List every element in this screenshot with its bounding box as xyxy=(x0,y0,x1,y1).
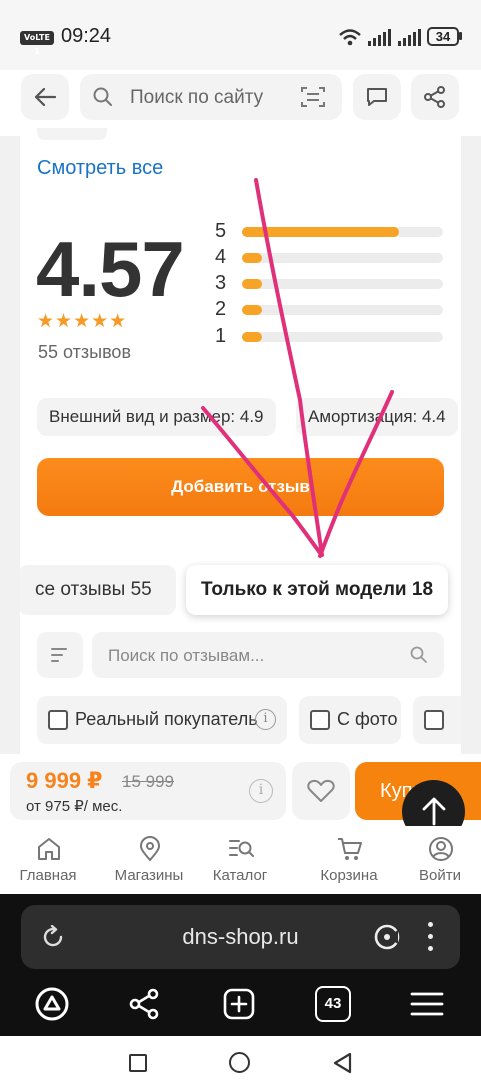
filter-label: С фото xyxy=(337,709,398,729)
checkbox[interactable] xyxy=(48,710,68,730)
tabs-count-button[interactable]: 43 xyxy=(315,986,351,1022)
rating-bar-fill xyxy=(242,227,399,237)
map-pin-icon xyxy=(139,836,161,862)
alice-icon[interactable] xyxy=(34,986,70,1022)
catalog-icon xyxy=(229,840,254,857)
menu-dots-icon[interactable] xyxy=(427,922,433,952)
status-time: 09:24 xyxy=(61,25,112,47)
price-box[interactable]: 9 999 ₽ 15 999 от 975 ₽/ мес. i xyxy=(10,762,286,820)
battery-icon: 34 xyxy=(427,27,459,46)
real-buyer-filter[interactable]: Реальный покупатель i xyxy=(37,696,287,744)
nav-catalog[interactable]: Каталог xyxy=(192,826,288,894)
rating-distribution-row: 4 xyxy=(215,246,445,270)
back-arrow-icon xyxy=(34,87,56,107)
sort-button[interactable] xyxy=(37,632,83,678)
chat-icon xyxy=(367,88,387,106)
sort-icon xyxy=(51,648,67,662)
see-all-link[interactable]: Смотреть все xyxy=(37,157,163,180)
rating-bar-track xyxy=(242,305,443,315)
search-icon xyxy=(410,646,427,663)
scan-icon[interactable] xyxy=(301,86,325,108)
search-placeholder: Поиск по сайту xyxy=(130,87,264,108)
rating-stars: ★★★★★ xyxy=(37,311,128,332)
aspect-chip[interactable]: Амортизация: 4.4 xyxy=(296,398,458,436)
home-icon xyxy=(38,838,60,860)
rating-bar-fill xyxy=(242,332,263,342)
back-triangle-icon[interactable] xyxy=(332,1052,352,1074)
aspect-chips-row: Внешний вид и размер: 4.9 Амортизация: 4… xyxy=(20,386,461,448)
user-icon xyxy=(429,837,453,861)
share-icon[interactable] xyxy=(127,986,163,1022)
search-icon xyxy=(93,87,112,106)
review-tabs: се отзывы 55 Только к этой модели 18 xyxy=(20,556,461,626)
nav-stores[interactable]: Магазины xyxy=(101,826,197,894)
top-header: Поиск по сайту xyxy=(0,70,481,136)
tab-all-reviews[interactable]: се отзывы 55 xyxy=(20,565,176,615)
clipped-element xyxy=(37,128,107,140)
rating-distribution-row: 2 xyxy=(215,298,445,322)
add-review-button[interactable]: Добавить отзыв xyxy=(37,458,444,516)
new-tab-icon[interactable] xyxy=(221,986,257,1022)
browser-toolbar: dns-shop.ru 43 xyxy=(0,894,481,1036)
info-icon[interactable]: i xyxy=(255,709,276,730)
filter-label: Реальный покупатель xyxy=(75,709,258,729)
old-price: 15 999 xyxy=(122,772,174,791)
monthly-payment: от 975 ₽/ мес. xyxy=(26,798,123,815)
nav-login[interactable]: Войти xyxy=(392,826,481,894)
filter-checkboxes-row: Реальный покупатель i С фото xyxy=(20,686,461,754)
signal-icon xyxy=(398,28,421,46)
protect-icon[interactable] xyxy=(373,923,401,951)
wifi-icon xyxy=(339,29,361,46)
review-search-placeholder: Поиск по отзывам... xyxy=(108,646,265,665)
rating-distribution-row: 1 xyxy=(215,325,445,349)
chat-button[interactable] xyxy=(353,74,401,120)
share-icon xyxy=(424,86,445,108)
hamburger-menu-icon[interactable] xyxy=(409,986,445,1022)
favorite-button[interactable] xyxy=(292,762,350,820)
more-filter[interactable] xyxy=(413,696,461,744)
nav-cart[interactable]: Корзина xyxy=(301,826,397,894)
bottom-navigation: Главная Магазины Каталог Корзина Войти xyxy=(0,826,481,894)
address-bar[interactable]: dns-shop.ru xyxy=(21,905,460,969)
current-price: 9 999 ₽ xyxy=(26,768,103,793)
rating-bar-fill xyxy=(242,279,263,289)
signal-icon xyxy=(368,28,391,46)
reviews-card: Смотреть все 4.57 ★★★★★ 55 отзывов 5 4 3… xyxy=(20,128,461,754)
photo-filter[interactable]: С фото xyxy=(299,696,401,744)
review-search-input[interactable]: Поиск по отзывам... xyxy=(92,632,444,678)
rating-bar-track xyxy=(242,227,443,237)
info-icon[interactable]: i xyxy=(249,779,273,803)
rating-distribution-row: 3 xyxy=(215,272,445,296)
arrow-up-icon xyxy=(422,797,446,826)
rating-distribution-row: 5 xyxy=(215,220,445,244)
checkbox[interactable] xyxy=(424,710,444,730)
heart-icon xyxy=(307,779,335,802)
share-button[interactable] xyxy=(411,74,459,120)
rating-bar-track xyxy=(242,253,443,263)
reviews-count: 55 отзывов xyxy=(38,342,132,362)
rating-bar-track xyxy=(242,279,443,289)
rating-bar-fill xyxy=(242,305,263,315)
volte-badge: VoLTE 1 xyxy=(20,31,54,56)
back-button[interactable] xyxy=(21,74,69,120)
home-button-icon[interactable] xyxy=(229,1052,250,1073)
aspect-chip[interactable]: Внешний вид и размер: 4.9 xyxy=(37,398,276,436)
recent-apps-icon[interactable] xyxy=(129,1054,147,1072)
status-bar: VoLTE 1 09:24 34 xyxy=(0,0,481,70)
site-search-input[interactable]: Поиск по сайту xyxy=(80,74,342,120)
tab-this-model[interactable]: Только к этой модели 18 xyxy=(186,565,448,615)
checkbox[interactable] xyxy=(310,710,330,730)
system-navigation xyxy=(0,1036,481,1090)
nav-home[interactable]: Главная xyxy=(0,826,96,894)
average-rating: 4.57 xyxy=(36,225,185,313)
cart-icon xyxy=(338,838,362,860)
rating-bar-track xyxy=(242,332,443,342)
rating-bar-fill xyxy=(242,253,263,263)
